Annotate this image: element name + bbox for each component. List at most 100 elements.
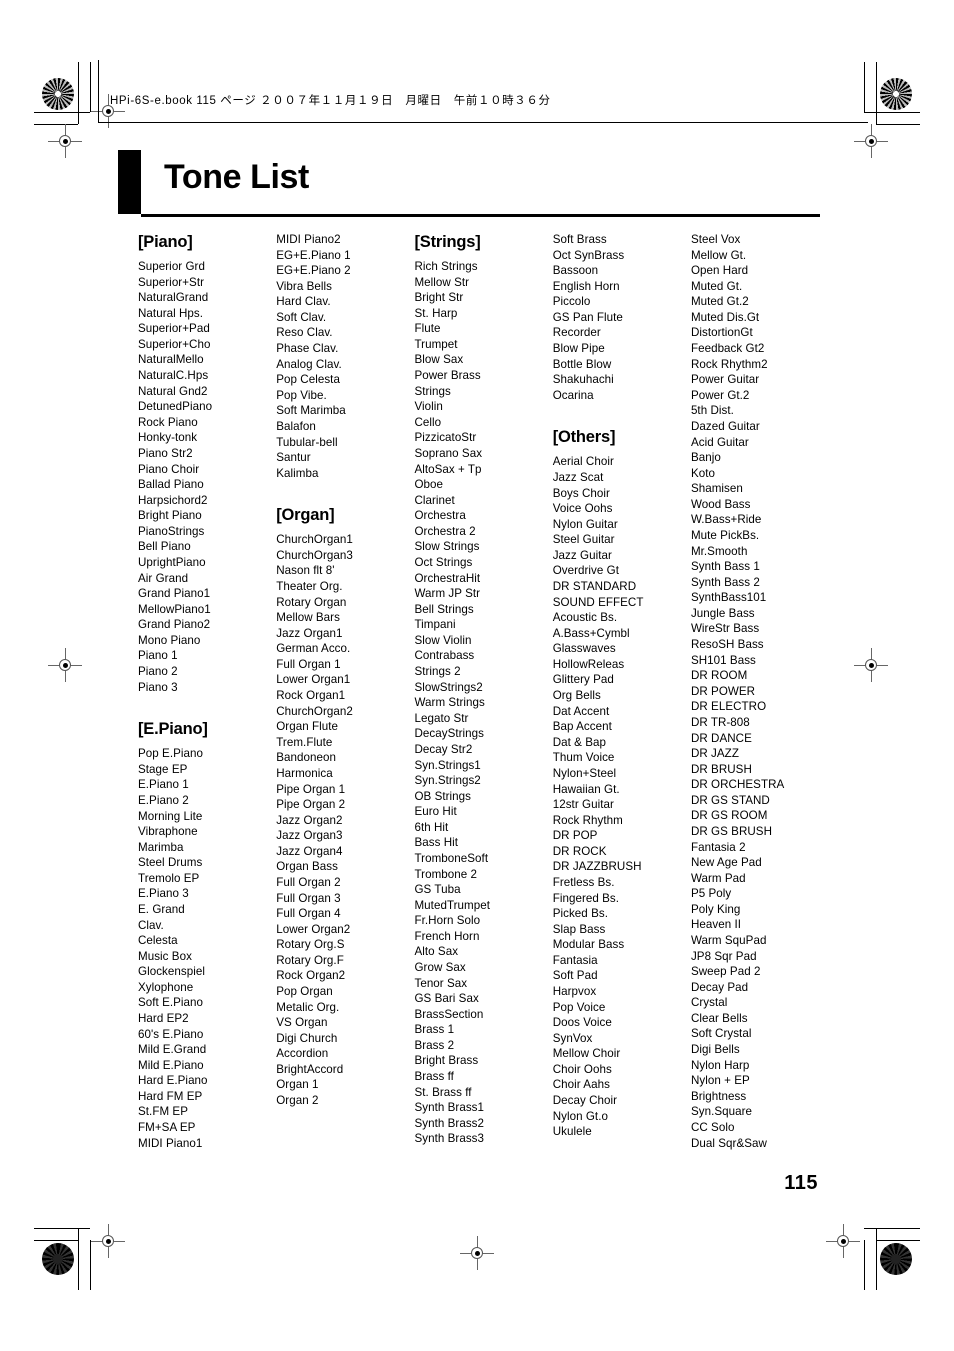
halftone-target-top-left xyxy=(42,78,74,110)
tone-list-item: ChurchOrgan1 xyxy=(276,533,353,547)
registration-target-top-left-lower xyxy=(48,124,82,158)
tone-list-item: DR JAZZ xyxy=(690,747,739,761)
tone-list-item: VS Organ xyxy=(276,1016,328,1030)
page-title: Tone List xyxy=(164,158,309,196)
tone-list: Pop E.Piano Stage EP E.Piano 1 E.Piano 2 Mor… xyxy=(138,746,274,1151)
tone-list-item: Fingered Bs. xyxy=(552,891,620,905)
tone-list-item: Decay Choir xyxy=(552,1094,618,1108)
tone-list-item: Jazz Organ4 xyxy=(276,844,343,858)
tone-list-item: Syn.Strings1 xyxy=(414,758,481,772)
tone-list-item: Hard EP2 xyxy=(138,1012,189,1026)
tone-list-item: Full Organ 2 xyxy=(276,875,341,889)
tone-list-item: Natural Hps. xyxy=(138,306,204,320)
tone-list-item: Fretless Bs. xyxy=(552,875,615,889)
tone-list-item: Choir Aahs xyxy=(552,1078,610,1092)
tone-list-item: Soft E.Piano xyxy=(138,996,204,1010)
tone-list-item: EG+E.Piano 1 xyxy=(276,248,351,262)
tone-list-item: Bandoneon xyxy=(276,751,337,765)
tone-list-item: OrchestraHit xyxy=(414,571,481,585)
page-number: 115 xyxy=(784,1172,818,1194)
tone-list-item: Warm JP Str xyxy=(414,587,481,601)
tone-list-item: Soft Marimba xyxy=(276,404,346,418)
tone-list-item: Slow Violin xyxy=(414,633,472,647)
tone-list-item: Mellow Str xyxy=(414,275,470,289)
tone-list-item: Muted Gt.2 xyxy=(690,295,749,309)
crop-mark-top-left-horizontal-inner xyxy=(34,124,78,125)
tone-section-heading: [Piano] xyxy=(138,233,193,251)
tone-list-item: 5th Dist. xyxy=(690,404,734,418)
tone-list-item: MellowPiano1 xyxy=(138,602,211,616)
tone-list-item: Mellow Gt. xyxy=(690,248,747,262)
tone-list-item: Rock Piano xyxy=(138,415,198,429)
tone-list-item: Organ Flute xyxy=(276,720,339,734)
tone-list-item: Air Grand xyxy=(138,571,189,585)
tone-list-item: Pipe Organ 1 xyxy=(276,782,346,796)
tone-list-item: St. Harp xyxy=(414,306,458,320)
tone-list-item: Metalic Org. xyxy=(276,1000,340,1014)
halftone-target-bottom-left xyxy=(42,1243,74,1275)
crop-mark-bottom-right-horizontal xyxy=(864,1228,920,1229)
tone-list-item: Steel Drums xyxy=(138,856,203,870)
tone-list-item: Fantasia 2 xyxy=(690,840,746,854)
tone-list: ChurchOrgan1 ChurchOrgan3 Nason flt 8' Thea… xyxy=(276,532,412,1108)
tone-list-item: Lower Organ2 xyxy=(276,922,351,936)
tone-list: MIDI Piano2 EG+E.Piano 1 EG+E.Piano 2 Vibra… xyxy=(276,232,412,481)
tone-list-item: Power Guitar xyxy=(690,373,760,387)
crop-mark-top-right-vertical-inner xyxy=(864,62,865,112)
tone-list-item: NaturalGrand xyxy=(138,291,209,305)
tone-list-item: Nylon+Steel xyxy=(552,766,617,780)
tone-list-item: Superior+Pad xyxy=(138,322,210,336)
tone-list-item: Synth Brass1 xyxy=(414,1101,485,1115)
tone-list-item: GS Pan Flute xyxy=(552,310,623,324)
tone-list-item: Bell Strings xyxy=(414,602,474,616)
tone-list-item: Jazz Organ3 xyxy=(276,829,343,843)
registration-target-right-middle xyxy=(854,648,888,682)
tone-list-item: WireStr Bass xyxy=(690,622,760,636)
tone-list-item: DR BRUSH xyxy=(690,762,752,776)
tone-list-item: Doos Voice xyxy=(552,1016,612,1030)
tone-list-item: BrassSection xyxy=(414,1007,484,1021)
tone-list-item: St.FM EP xyxy=(138,1105,189,1119)
tone-list-item: Fr.Horn Solo xyxy=(414,914,481,928)
tone-list-item: Synth Brass2 xyxy=(414,1116,485,1130)
crop-mark-top-right-vertical xyxy=(876,62,877,124)
tone-list-item: Ukulele xyxy=(552,1125,592,1139)
tone-list-item: Orchestra xyxy=(414,509,466,523)
tone-list-item: Soft Crystal xyxy=(690,1027,752,1041)
tone-list-item: Fantasia xyxy=(552,953,598,967)
tone-list-item: Glittery Pad xyxy=(552,673,614,687)
tone-list-item: HollowReleas xyxy=(552,657,625,671)
tone-list-item: DR JAZZBRUSH xyxy=(552,860,642,874)
tone-list-item: Rich Strings xyxy=(414,260,478,273)
crop-mark-bottom-left-vertical xyxy=(78,1228,79,1290)
tone-list-item: MIDI Piano1 xyxy=(138,1136,203,1150)
tone-list-item: Soprano Sax xyxy=(414,446,483,460)
tone-list-item: Organ 1 xyxy=(276,1078,319,1092)
tone-list-item: NaturalMello xyxy=(138,353,204,367)
tone-list-item: Organ 2 xyxy=(276,1094,319,1108)
tone-section-heading: [Organ] xyxy=(276,506,335,525)
tone-list-item: SynVox xyxy=(552,1031,593,1045)
tone-list-item: Blow Sax xyxy=(414,353,464,367)
tone-list-item: Open Hard xyxy=(690,264,749,278)
tone-list-item: Bell Piano xyxy=(138,540,191,554)
crop-mark-bottom-left-vertical-inner xyxy=(90,1240,91,1290)
tone-list-item: Overdrive Gt xyxy=(552,564,620,578)
tone-section-heading: [Others] xyxy=(552,428,616,447)
tone-list-item: Power Gt.2 xyxy=(690,388,750,402)
tone-list-item: Grand Piano1 xyxy=(138,587,211,601)
tone-list-item: GS Tuba xyxy=(414,883,461,897)
tone-list-item: New Age Pad xyxy=(690,856,762,870)
tone-list-item: Brass ff xyxy=(414,1070,454,1084)
tone-list-item: Harpvox xyxy=(552,985,597,999)
tone-list-item: Pop Organ xyxy=(276,985,333,999)
tone-list-item: Piccolo xyxy=(552,295,591,309)
tone-list-item: Oct SynBrass xyxy=(552,248,625,262)
tone-list-item: Banjo xyxy=(690,451,721,465)
tone-list-item: Rock Rhythm xyxy=(552,813,623,827)
tone-list-item: Jungle Bass xyxy=(690,606,755,620)
tone-list-item: FM+SA EP xyxy=(138,1121,196,1135)
tone-list-item: Pipe Organ 2 xyxy=(276,798,346,812)
tone-list-item: E.Piano 3 xyxy=(138,887,189,901)
tone-list-item: 60's E.Piano xyxy=(138,1027,204,1041)
